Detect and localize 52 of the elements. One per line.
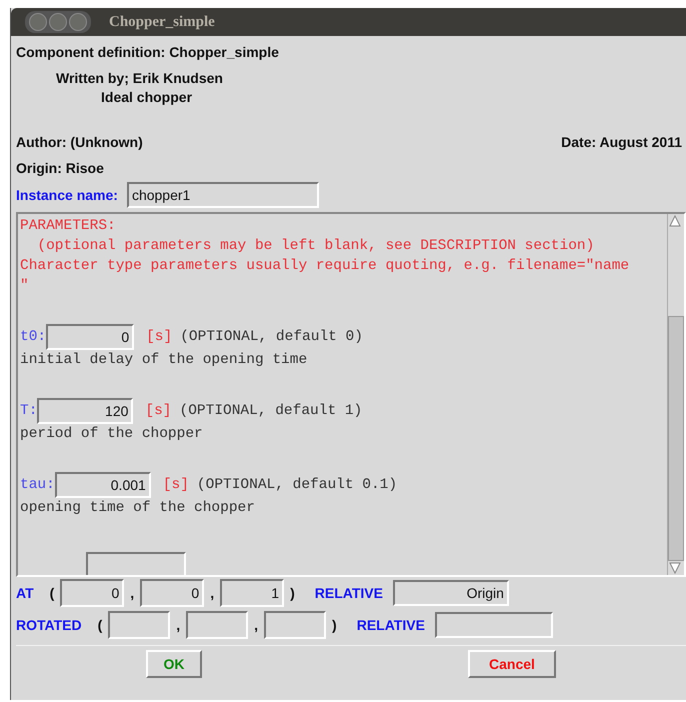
parameter-field[interactable]: 120 [37, 398, 134, 424]
parameter-field[interactable]: 0 [46, 324, 134, 350]
input-field[interactable] [86, 552, 186, 575]
definition-text: Component definition: Chopper_simple [16, 44, 280, 60]
parameter-note: (OPTIONAL, default 0.1) [196, 476, 398, 495]
comma: , [130, 585, 134, 601]
author-text: Written by; Erik Knudsen [56, 70, 224, 86]
open-paren: ( [50, 585, 54, 601]
parameters-note: Character type parameters usually require quoting, e.g. filename="name [20, 257, 630, 276]
rotated-label: ROTATED [16, 617, 82, 633]
comma: , [210, 585, 214, 601]
close-paren: ) [290, 585, 295, 601]
close-paren: ) [332, 617, 337, 633]
parameters-note: PARAMETERS: [20, 217, 117, 236]
parameters-note: (optional parameters may be left blank, see DESCRIPTION section) [36, 237, 596, 256]
relative-field[interactable] [434, 612, 553, 638]
rotation-field[interactable] [108, 611, 170, 639]
position-field[interactable]: 1 [220, 579, 284, 607]
parameter-note: (OPTIONAL, default 1) [180, 402, 362, 421]
parameter-field[interactable]: 0.001 [54, 472, 151, 498]
relative-field[interactable]: Origin [392, 580, 509, 606]
relative-label: RELATIVE [314, 585, 383, 601]
parameter-name: t0: [20, 328, 46, 347]
scroll-up-icon[interactable] [668, 214, 682, 228]
at-label: AT [16, 585, 34, 601]
rotation-field[interactable] [186, 611, 248, 639]
comma: , [176, 617, 180, 633]
relative-label: RELATIVE [356, 617, 425, 633]
rotation-field[interactable] [264, 611, 326, 639]
parameter-description: initial delay of the opening time [20, 351, 308, 370]
origin-label: Origin: Risoe [16, 160, 105, 176]
position-field[interactable]: 0 [140, 579, 204, 607]
instance-name-field[interactable]: chopper1 [126, 182, 319, 208]
position-field[interactable]: 0 [60, 579, 124, 607]
window-title: Chopper_simple [109, 14, 215, 30]
date-label: Date: August 2011 [561, 134, 682, 150]
parameter-name: tau: [20, 476, 55, 495]
instance-label: Instance name: [16, 187, 118, 203]
unit-label: [s] [146, 328, 172, 347]
parameters-note: " [20, 277, 30, 296]
parameter-note: (OPTIONAL, default 0) [180, 328, 363, 347]
description-text: Ideal chopper [101, 89, 194, 105]
comma: , [254, 617, 258, 633]
parameter-name: T: [20, 402, 38, 421]
scrollbar[interactable] [667, 214, 684, 575]
unit-label: [s] [162, 476, 189, 495]
open-paren: ( [98, 617, 102, 633]
unit-label: [s] [145, 402, 172, 421]
scroll-thumb[interactable] [668, 316, 684, 561]
parameter-description: period of the chopper [20, 425, 204, 444]
parameter-description: opening time of the chopper [20, 499, 256, 518]
author-label: Author: (Unknown) [16, 134, 143, 150]
